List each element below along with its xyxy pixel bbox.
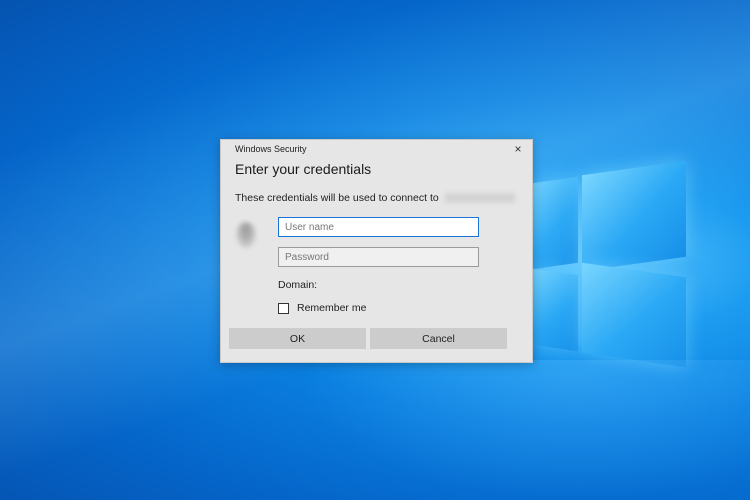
windows-logo-pane-top-right: [582, 160, 686, 272]
username-input[interactable]: [278, 217, 479, 237]
remember-me-toggle[interactable]: Remember me: [278, 302, 366, 314]
logo-reflection: [300, 360, 750, 500]
dialog-heading: Enter your credentials: [235, 161, 372, 177]
ok-button[interactable]: OK: [229, 328, 366, 349]
windows-logo-pane-top-left: [532, 176, 578, 270]
dialog-titlebar[interactable]: Windows Security ×: [221, 140, 532, 158]
windows-logo-pane-bottom-left: [532, 268, 578, 352]
password-input[interactable]: [278, 247, 479, 267]
close-icon[interactable]: ×: [510, 141, 526, 157]
user-avatar-icon: [236, 222, 256, 248]
remember-me-checkbox[interactable]: [278, 302, 289, 314]
window-title: Windows Security: [235, 144, 307, 154]
domain-label: Domain:: [278, 279, 318, 291]
windows-logo-pane-bottom-right: [582, 262, 686, 368]
remember-me-label: Remember me: [297, 302, 367, 314]
blurred-host-name: [444, 193, 515, 204]
cancel-button[interactable]: Cancel: [370, 328, 507, 349]
connection-message: These credentials will be used to connec…: [235, 192, 515, 204]
credentials-dialog: Windows Security × Enter your credential…: [220, 139, 533, 363]
connection-message-text: These credentials will be used to connec…: [235, 192, 439, 204]
